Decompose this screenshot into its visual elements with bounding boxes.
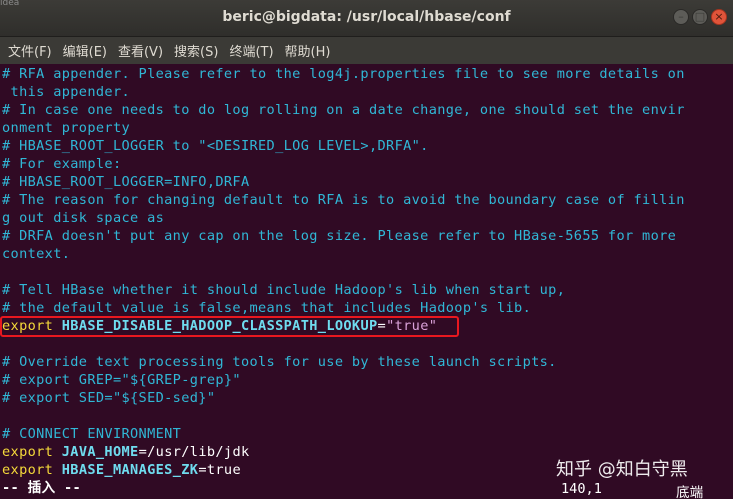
menu-help[interactable]: 帮助(H): [285, 41, 331, 60]
equals-sign: =: [198, 462, 207, 478]
maximize-button[interactable]: □: [692, 9, 708, 25]
menu-file[interactable]: 文件(F): [8, 41, 52, 60]
equals-sign: =: [138, 444, 148, 460]
scroll-position: 底端: [676, 485, 704, 499]
code-line: context.: [2, 246, 71, 262]
close-button[interactable]: ×: [711, 9, 727, 25]
code-line: # The reason for changing default to RFA…: [2, 192, 685, 208]
code-line: # RFA appender. Please refer to the log4…: [2, 66, 685, 82]
code-line: this appender.: [2, 84, 131, 100]
title-bar[interactable]: idea beric@bigdata: /usr/local/hbase/con…: [0, 0, 733, 37]
code-line: # DRFA doesn't put any cap on the log si…: [2, 228, 677, 244]
minimize-button[interactable]: –: [673, 9, 689, 25]
terminal-content[interactable]: # RFA appender. Please refer to the log4…: [0, 64, 733, 499]
code-line: # the default value is false,means that …: [2, 300, 532, 316]
code-line: # CONNECT ENVIRONMENT: [2, 426, 182, 442]
code-line: # Override text processing tools for use…: [2, 354, 557, 370]
menu-edit[interactable]: 编辑(E): [63, 41, 107, 60]
variable-name: JAVA_HOME: [61, 444, 139, 460]
variable-name: HBASE_MANAGES_ZK: [61, 462, 199, 478]
code-line: # HBASE_ROOT_LOGGER=INFO,DRFA: [2, 174, 250, 190]
highlight-box: [0, 316, 459, 337]
code-line: onment property: [2, 120, 131, 136]
vim-mode-indicator: -- 插入 --: [2, 480, 82, 496]
export-line-java-home: export JAVA_HOME=/usr/lib/jdk: [2, 443, 250, 461]
code-line: g out disk space as: [2, 210, 165, 226]
export-keyword: export: [2, 462, 54, 478]
cursor-position: 140,1: [561, 481, 602, 497]
variable-value: true: [206, 462, 241, 478]
background-tab-text: idea: [0, 0, 20, 6]
terminal-window: idea beric@bigdata: /usr/local/hbase/con…: [0, 0, 733, 499]
code-line: # HBASE_ROOT_LOGGER to "<DESIRED_LOG LEV…: [2, 138, 429, 154]
code-line: # For example:: [2, 156, 122, 172]
watermark: 知乎 @知白守黑: [556, 459, 688, 480]
code-line: # Tell HBase whether it should include H…: [2, 282, 566, 298]
menu-bar: 文件(F) 编辑(E) 查看(V) 搜索(S) 终端(T) 帮助(H): [0, 37, 733, 64]
menu-view[interactable]: 查看(V): [118, 41, 163, 60]
variable-value: /usr/lib/jdk: [147, 444, 250, 460]
code-line: # export GREP="${GREP-grep}": [2, 372, 241, 388]
code-line: # In case one needs to do log rolling on…: [2, 102, 685, 118]
code-line: # export SED="${SED-sed}": [2, 390, 216, 406]
export-keyword: export: [2, 444, 54, 460]
menu-search[interactable]: 搜索(S): [174, 41, 218, 60]
menu-terminal[interactable]: 终端(T): [229, 41, 273, 60]
export-line-manages-zk: export HBASE_MANAGES_ZK=true: [2, 461, 241, 479]
window-title: beric@bigdata: /usr/local/hbase/conf: [222, 9, 511, 25]
